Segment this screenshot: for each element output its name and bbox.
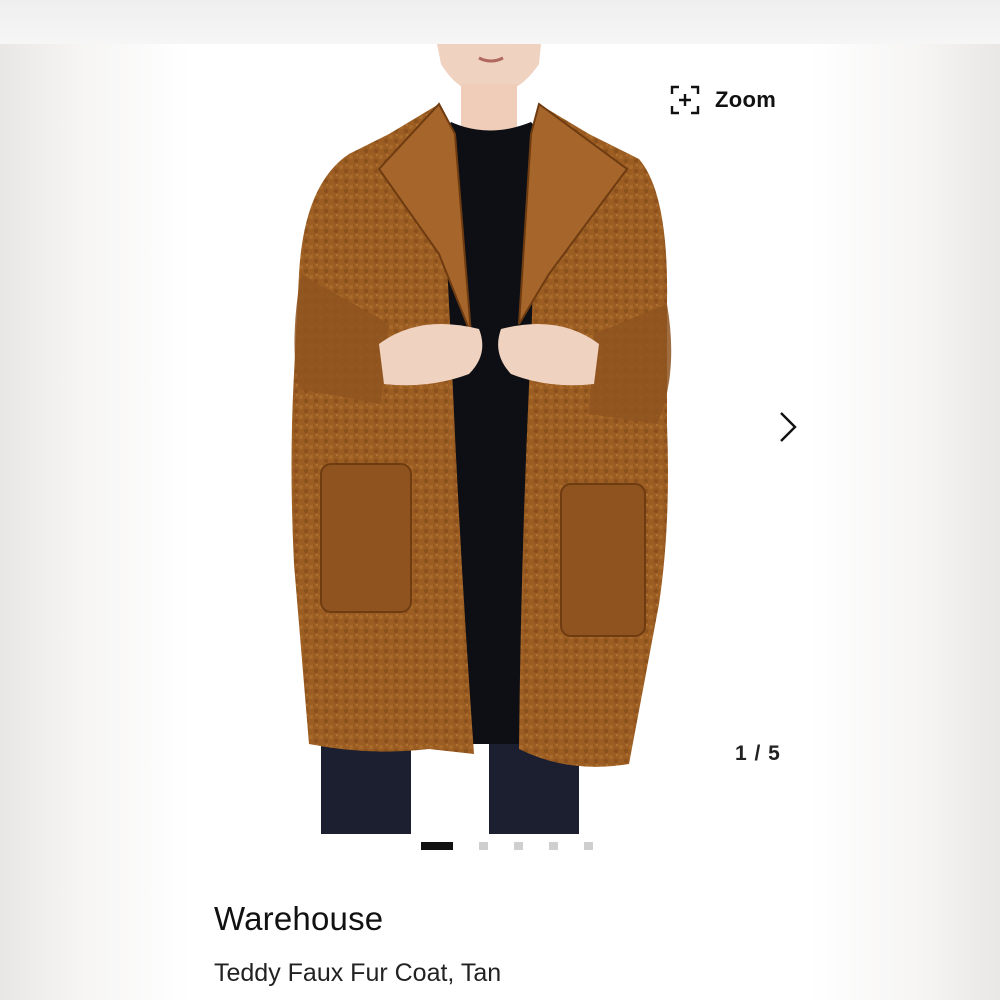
product-image bbox=[291, 44, 672, 834]
zoom-expand-icon bbox=[670, 85, 700, 115]
product-card: Zoom 1 / 5 Warehouse Teddy Faux Fur Coat… bbox=[189, 44, 812, 1000]
image-gallery[interactable]: Zoom 1 / 5 bbox=[189, 44, 812, 834]
top-strip bbox=[0, 0, 1000, 44]
zoom-label: Zoom bbox=[715, 87, 777, 112]
pagination-dot-3[interactable] bbox=[514, 842, 523, 850]
image-counter: 1 / 5 bbox=[735, 742, 781, 765]
brand-name[interactable]: Warehouse bbox=[214, 900, 383, 938]
zoom-button[interactable]: Zoom bbox=[669, 84, 776, 116]
pagination-dot-2[interactable] bbox=[479, 842, 488, 850]
product-title: Teddy Faux Fur Coat, Tan bbox=[214, 959, 502, 987]
pagination-dot-4[interactable] bbox=[549, 842, 558, 850]
pagination-dot-1[interactable] bbox=[421, 842, 453, 850]
pagination-dot-5[interactable] bbox=[584, 842, 593, 850]
chevron-right-icon[interactable] bbox=[775, 410, 801, 444]
gallery-pagination bbox=[421, 842, 619, 850]
